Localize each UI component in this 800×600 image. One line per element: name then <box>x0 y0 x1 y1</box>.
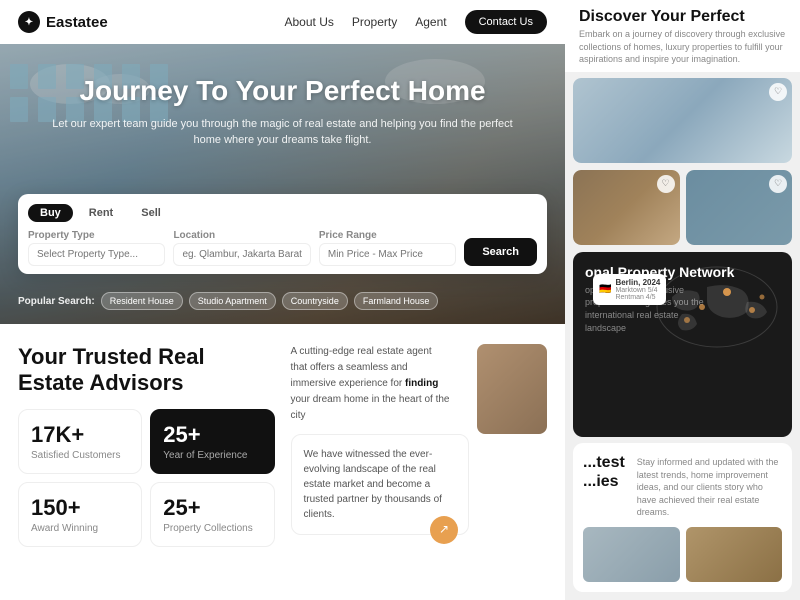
nav-property[interactable]: Property <box>352 15 397 29</box>
latest-subtitle: Stay informed and updated with the lates… <box>637 456 782 519</box>
world-map-svg <box>652 262 782 352</box>
advisor-description: A cutting-edge real estate agent that of… <box>291 344 451 424</box>
property-bg-1 <box>573 78 792 163</box>
property-image-3: ♡ <box>686 170 793 245</box>
tag-farmland[interactable]: Farmland House <box>354 292 439 310</box>
advisor-description-block: A cutting-edge real estate agent that of… <box>291 344 470 535</box>
popular-search: Popular Search: Resident House Studio Ap… <box>18 292 438 310</box>
latest-images <box>583 527 782 582</box>
network-section: onal Property Network opens doors to exc… <box>573 252 792 437</box>
latest-text-block: ...test...ies <box>583 453 625 491</box>
nav-links: About Us Property Agent Contact Us <box>285 10 548 34</box>
location-card: 🇩🇪 Berlin, 2024 Marktown 5/4Rentman 4/5 <box>593 274 666 305</box>
stats-grid: 17K+ Satisfied Customers 25+ Year of Exp… <box>18 409 275 547</box>
tab-rent[interactable]: Rent <box>77 204 125 222</box>
map-visual <box>652 262 782 352</box>
search-fields: Property Type Location Price Range Searc… <box>28 230 537 266</box>
nav-about[interactable]: About Us <box>285 15 334 29</box>
bottom-right-section: ...test...ies Stay informed and updated … <box>573 443 792 592</box>
location-label: Location <box>173 230 310 241</box>
search-tabs: Buy Rent Sell <box>28 204 537 222</box>
favorite-button-1[interactable]: ♡ <box>769 83 787 101</box>
location-input[interactable] <box>173 243 310 266</box>
partner-image <box>477 344 547 434</box>
location-info: Berlin, 2024 Marktown 5/4Rentman 4/5 <box>615 278 660 301</box>
stat-number: 17K+ <box>31 422 129 448</box>
property-type-input[interactable] <box>28 243 165 266</box>
latest-title: ...test...ies <box>583 453 625 491</box>
popular-label: Popular Search: <box>18 296 95 307</box>
advisors-section: Your Trusted RealEstate Advisors 17K+ Sa… <box>18 344 275 547</box>
discover-title: Discover Your Perfect <box>579 8 786 26</box>
stat-label: Award Winning <box>31 523 129 534</box>
tag-countryside[interactable]: Countryside <box>282 292 348 310</box>
logo-text: Eastatee <box>46 14 108 31</box>
tag-studio[interactable]: Studio Apartment <box>189 292 276 310</box>
stat-number: 25+ <box>163 422 261 448</box>
property-type-field: Property Type <box>28 230 165 266</box>
discover-subtitle: Embark on a journey of discovery through… <box>579 28 786 66</box>
contact-button[interactable]: Contact Us <box>465 10 547 34</box>
property-image-2: ♡ <box>573 170 680 245</box>
hero-content: Journey To Your Perfect Home Let our exp… <box>0 74 565 163</box>
hero-section: Journey To Your Perfect Home Let our exp… <box>0 44 565 324</box>
favorite-button-3[interactable]: ♡ <box>769 175 787 193</box>
stat-label: Year of Experience <box>163 450 261 461</box>
search-button[interactable]: Search <box>464 238 537 266</box>
hero-subtitle: Let our expert team guide you through th… <box>40 116 525 149</box>
location-name: Berlin, 2024 <box>615 278 660 287</box>
location-details: Marktown 5/4Rentman 4/5 <box>615 287 660 301</box>
latest-description-block: Stay informed and updated with the lates… <box>637 453 782 519</box>
stat-property: 25+ Property Collections <box>150 482 274 547</box>
favorite-button-2[interactable]: ♡ <box>657 175 675 193</box>
tab-buy[interactable]: Buy <box>28 204 73 222</box>
property-grid: ♡ ♡ ♡ <box>565 72 800 252</box>
partner-card: We have witnessed the ever-evolving land… <box>291 434 470 535</box>
stat-award: 150+ Award Winning <box>18 482 142 547</box>
stat-experience: 25+ Year of Experience <box>150 409 274 474</box>
latest-section: ...test...ies Stay informed and updated … <box>573 443 792 592</box>
nav-agent[interactable]: Agent <box>415 15 446 29</box>
advisor-right-content: A cutting-edge real estate agent that of… <box>291 344 548 547</box>
price-range-input[interactable] <box>319 243 456 266</box>
stat-label: Satisfied Customers <box>31 450 129 461</box>
advisors-title: Your Trusted RealEstate Advisors <box>18 344 275 397</box>
navbar: ✦ Eastatee About Us Property Agent Conta… <box>0 0 565 44</box>
stat-number: 25+ <box>163 495 261 521</box>
location-field: Location <box>173 230 310 266</box>
stat-satisfied: 17K+ Satisfied Customers <box>18 409 142 474</box>
price-range-label: Price Range <box>319 230 456 241</box>
property-image-1: ♡ <box>573 78 792 163</box>
main-panel: ✦ Eastatee About Us Property Agent Conta… <box>0 0 565 600</box>
latest-content: ...test...ies Stay informed and updated … <box>583 453 782 519</box>
discover-header: Discover Your Perfect Embark on a journe… <box>565 0 800 72</box>
search-bar: Buy Rent Sell Property Type Location Pri… <box>18 194 547 274</box>
right-panel: Discover Your Perfect Embark on a journe… <box>565 0 800 600</box>
arrow-button[interactable]: ↗ <box>430 516 458 544</box>
property-type-label: Property Type <box>28 230 165 241</box>
stat-number: 150+ <box>31 495 129 521</box>
tag-resident[interactable]: Resident House <box>101 292 183 310</box>
logo: ✦ Eastatee <box>18 11 108 33</box>
hero-title: Journey To Your Perfect Home <box>40 74 525 108</box>
tab-sell[interactable]: Sell <box>129 204 173 222</box>
partner-text: We have witnessed the ever-evolving land… <box>304 447 457 522</box>
below-hero: Your Trusted RealEstate Advisors 17K+ Sa… <box>0 324 565 567</box>
latest-image-1 <box>583 527 680 582</box>
price-range-field: Price Range <box>319 230 456 266</box>
stat-label: Property Collections <box>163 523 261 534</box>
latest-image-2 <box>686 527 783 582</box>
logo-icon: ✦ <box>18 11 40 33</box>
